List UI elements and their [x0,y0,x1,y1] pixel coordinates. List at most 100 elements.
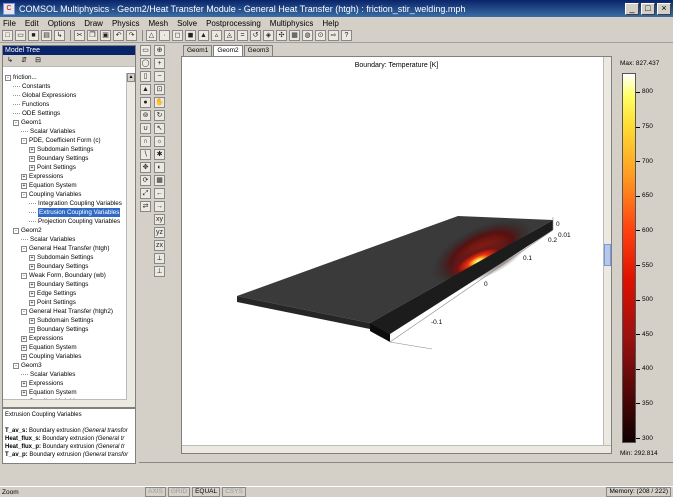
tree-item[interactable]: + Boundary Settings [3,325,127,334]
tree-item[interactable]: + Edge Settings [3,289,127,298]
move-icon[interactable]: ✥ [140,162,151,173]
subdomain-mode-icon[interactable]: ◼ [185,30,196,41]
ellipse-icon[interactable]: ◯ [140,58,151,69]
tree-horizontal-scrollbar[interactable] [3,399,127,407]
redo-icon[interactable]: ↷ [126,30,137,41]
tab-geom1[interactable]: Geom1 [183,45,213,56]
expand-icon[interactable]: + [21,353,27,360]
collapse-icon[interactable]: - [21,137,27,144]
menu-mesh[interactable]: Mesh [149,19,169,28]
rotate-icon[interactable]: ⟳ [140,175,151,186]
tree-item[interactable]: + Equation System [3,343,127,352]
mesh-triangle-icon[interactable]: ▲ [198,30,209,41]
model-navigator-icon[interactable]: ↳ [54,30,65,41]
mirror-icon[interactable]: ⇄ [140,201,151,212]
close-button[interactable]: × [657,2,671,15]
expand-icon[interactable]: + [29,299,35,306]
expand-icon[interactable]: + [29,290,35,297]
expand-icon[interactable]: + [29,155,35,162]
plot-icon[interactable]: ◈ [263,30,274,41]
cut-icon[interactable]: ✂ [74,30,85,41]
tree-item[interactable]: + Boundary Settings [3,262,127,271]
tree-item[interactable]: + Expressions [3,379,127,388]
collapse-icon[interactable]: - [21,308,27,315]
default-view-icon[interactable]: ⟂ [154,253,165,264]
scroll-up-icon[interactable]: ▲ [127,73,135,82]
orbit-icon[interactable]: ↻ [154,110,165,121]
menu-options[interactable]: Options [48,19,76,28]
tree-item[interactable]: + Subdomain Settings [3,316,127,325]
collapse-icon[interactable]: - [21,191,27,198]
select-icon[interactable]: ↖ [154,123,165,134]
tree-item[interactable]: - General Heat Transfer (htgh) [3,244,127,253]
tree-item[interactable]: + Point Settings [3,298,127,307]
print-icon[interactable]: ▤ [41,30,52,41]
zoom-in-icon[interactable]: + [154,58,165,69]
transparency-icon[interactable]: ◐ [154,162,165,173]
union-icon[interactable]: ∪ [140,123,151,134]
zoom-icon[interactable]: ⊙ [315,30,326,41]
menu-postprocessing[interactable]: Postprocessing [206,19,261,28]
expand-icon[interactable]: + [29,326,35,333]
tree-view-1-icon[interactable]: ↳ [5,56,15,65]
minimize-button[interactable]: _ [625,2,639,15]
tree-item[interactable]: + Point Settings [3,163,127,172]
toggle-grid[interactable]: GRID [167,487,191,497]
menu-multiphysics[interactable]: Multiphysics [270,19,314,28]
tree-item[interactable]: + Subdomain Settings [3,145,127,154]
toggle-csys[interactable]: CSYS [222,487,246,497]
tab-geom2[interactable]: Geom2 [213,45,243,56]
collapse-icon[interactable]: - [13,227,19,234]
point-mode-icon[interactable]: · [159,30,170,41]
scene-light-icon[interactable]: ✱ [154,149,165,160]
tree-vertical-scrollbar[interactable]: ▲ [126,73,135,407]
paste-icon[interactable]: ▣ [100,30,111,41]
view-xy-icon[interactable]: xy [154,214,165,225]
axis-icon[interactable]: ⊥ [154,266,165,277]
tree-view-3-icon[interactable]: ⊟ [33,56,43,65]
pointer-icon[interactable]: ⇨ [328,30,339,41]
tree-item[interactable]: Scalar Variables [3,370,127,379]
help-icon[interactable]: ? [341,30,352,41]
tree-item[interactable]: Scalar Variables [3,127,127,136]
tree-item[interactable]: Projection Coupling Variables [3,217,127,226]
tree-item[interactable]: - Geom2 [3,226,127,235]
expand-icon[interactable]: + [21,173,27,180]
expand-icon[interactable]: + [21,344,27,351]
boundary-mode-icon[interactable]: ◻ [172,30,183,41]
menu-file[interactable]: File [3,19,16,28]
intersect-icon[interactable]: ∩ [140,136,151,147]
tree-item[interactable]: + Boundary Settings [3,280,127,289]
expand-icon[interactable]: + [21,335,27,342]
toggle-equal[interactable]: EQUAL [192,487,221,497]
zoom-extents-icon[interactable]: ⊡ [154,84,165,95]
expand-icon[interactable]: + [29,281,35,288]
expand-icon[interactable]: + [29,146,35,153]
animate-icon[interactable]: ◍ [302,30,313,41]
maximize-button[interactable]: □ [641,2,655,15]
view-yz-icon[interactable]: yz [154,227,165,238]
expand-icon[interactable]: + [29,263,35,270]
cylinder-icon[interactable]: ⊚ [140,110,151,121]
collapse-icon[interactable]: - [21,272,27,279]
tree-item[interactable]: + Equation System [3,181,127,190]
expand-icon[interactable]: + [21,389,27,396]
menu-help[interactable]: Help [322,19,338,28]
tree-item[interactable]: Integration Coupling Variables [3,199,127,208]
plot-canvas[interactable]: Boundary: Temperature [K] -0.1 0 0.1 0.2… [181,56,612,454]
solver-manager-icon[interactable]: ✣ [276,30,287,41]
cone-icon[interactable]: ▲ [140,84,151,95]
plot-parameters-icon[interactable]: ▦ [289,30,300,41]
tree-view-2-icon[interactable]: ⇵ [19,56,29,65]
solve-icon[interactable]: = [237,30,248,41]
zoom-out-icon[interactable]: − [154,71,165,82]
pan-icon[interactable]: ✋ [154,97,165,108]
tab-geom3[interactable]: Geom3 [243,45,273,56]
tree-item[interactable]: Constants [3,82,127,91]
new-file-icon[interactable]: □ [2,30,13,41]
tree-item[interactable]: + Expressions [3,334,127,343]
collapse-icon[interactable]: - [13,362,19,369]
menu-draw[interactable]: Draw [84,19,103,28]
menu-edit[interactable]: Edit [25,19,39,28]
tree-item[interactable]: + Equation System [3,388,127,397]
